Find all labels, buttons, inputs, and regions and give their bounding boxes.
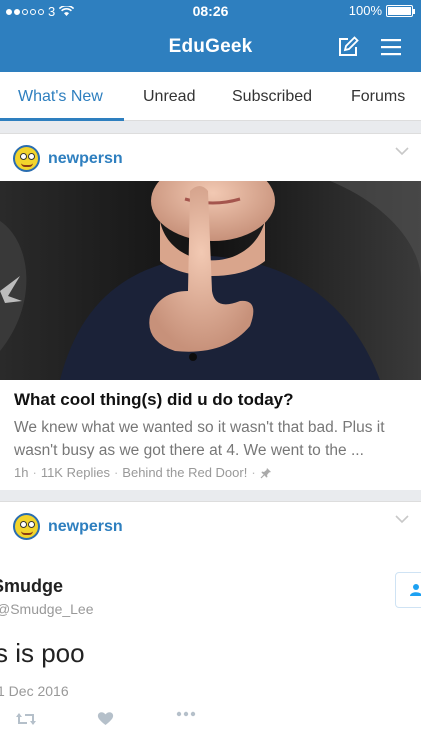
status-bar: 3 08:26 100% xyxy=(0,0,421,22)
chevron-down-icon[interactable] xyxy=(395,512,409,526)
reply-count: 11K Replies xyxy=(40,465,110,480)
post-author[interactable]: newpersn xyxy=(13,513,123,540)
tab-subscribed[interactable]: Subscribed xyxy=(232,88,312,106)
tab-whats-new[interactable]: What's New xyxy=(18,88,103,106)
tweet-actions xyxy=(0,711,421,735)
battery-percent: 100% xyxy=(348,3,382,18)
chevron-down-icon[interactable] xyxy=(395,144,409,158)
thread-image[interactable] xyxy=(0,181,421,380)
thread-title[interactable]: What cool thing(s) did u do today? xyxy=(14,390,294,410)
battery-status: 100% xyxy=(348,3,415,18)
tweet-handle: @Smudge_Lee xyxy=(0,601,94,617)
retweet-icon[interactable] xyxy=(15,711,37,727)
tab-unread[interactable]: Unread xyxy=(143,88,195,106)
thread-age: 1h xyxy=(14,465,29,480)
active-tab-indicator xyxy=(0,118,124,121)
compose-icon[interactable] xyxy=(337,36,359,58)
app-header: 3 08:26 100% EduGeek xyxy=(0,0,421,72)
thread-excerpt: We knew what we wanted so it wasn't that… xyxy=(14,419,385,459)
thread-card[interactable]: newpersn Smudge @Smudge_Lee s is poo 1 D… xyxy=(0,501,421,750)
tweet-date: 1 Dec 2016 xyxy=(0,683,69,699)
battery-icon xyxy=(386,4,415,17)
forum-name[interactable]: Behind the Red Door! xyxy=(122,465,247,480)
thread-photo xyxy=(0,181,421,380)
pin-icon xyxy=(260,467,271,478)
hamburger-menu-icon[interactable] xyxy=(380,36,402,58)
tweet-text: s is poo xyxy=(0,638,85,668)
author-username[interactable]: newpersn xyxy=(48,150,123,168)
tab-forums[interactable]: Forums xyxy=(351,88,405,106)
avatar[interactable] xyxy=(13,513,40,540)
thread-card[interactable]: newpersn What cool thing(s) did u do tod… xyxy=(0,133,421,490)
thread-meta: 1h · 11K Replies · Behind the Red Door! … xyxy=(14,465,272,480)
embedded-tweet[interactable]: Smudge @Smudge_Lee s is poo 1 Dec 2016 xyxy=(0,560,421,750)
add-user-icon xyxy=(410,584,421,596)
post-author[interactable]: newpersn xyxy=(13,145,123,172)
follow-button[interactable] xyxy=(395,572,421,608)
tab-bar: What's New Unread Subscribed Forums xyxy=(0,72,421,121)
more-options-icon[interactable] xyxy=(176,711,196,717)
author-username[interactable]: newpersn xyxy=(48,518,123,536)
tweet-author-name: Smudge xyxy=(0,576,64,596)
avatar[interactable] xyxy=(13,145,40,172)
like-heart-icon[interactable] xyxy=(97,711,114,726)
